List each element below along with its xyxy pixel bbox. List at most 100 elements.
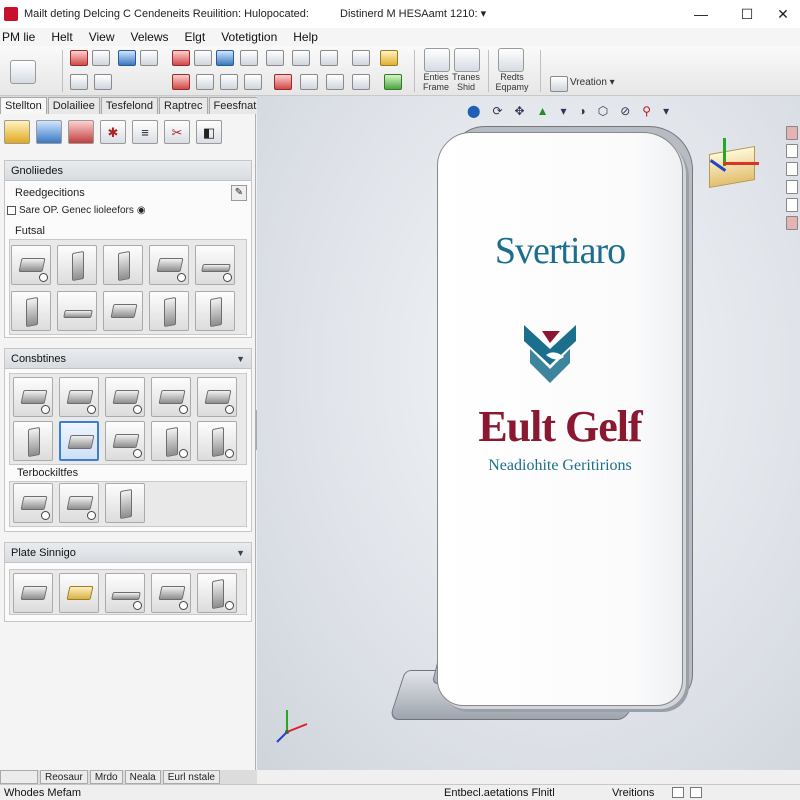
pattern-icon[interactable]	[292, 50, 310, 66]
plate-header[interactable]: Plate Sinnigo ▼	[5, 543, 251, 563]
menu-edit[interactable]: Helt	[51, 30, 72, 44]
folder-icon[interactable]	[4, 120, 30, 144]
section-view-icon[interactable]	[274, 74, 292, 90]
mirror-icon[interactable]	[320, 50, 338, 66]
thumbnail-bracket[interactable]	[149, 291, 189, 331]
explorer-icon[interactable]	[786, 162, 798, 176]
chevron-down-icon[interactable]: ▼	[236, 354, 245, 364]
close-button[interactable]: ✕	[760, 0, 800, 28]
chevron-down-icon[interactable]: ▼	[236, 548, 245, 558]
view-orientation-icon[interactable]	[300, 74, 318, 90]
entities-frame-icon[interactable]	[424, 48, 450, 72]
display-style-icon[interactable]	[326, 74, 344, 90]
view-settings-icon[interactable]	[550, 76, 568, 92]
transform-shield-icon[interactable]	[454, 48, 480, 72]
dimension-icon[interactable]	[194, 50, 212, 66]
edit-icon[interactable]: ✎	[231, 185, 247, 201]
thumbnail-housing-selected[interactable]	[59, 421, 99, 461]
thumbnail-plate-a[interactable]	[13, 573, 53, 613]
image-icon[interactable]	[68, 120, 94, 144]
cube-icon[interactable]: ◧	[196, 120, 222, 144]
thumbnail-box[interactable]	[59, 377, 99, 417]
thumbnail-motor[interactable]	[197, 377, 237, 417]
tab-model-1[interactable]: Reosaur	[40, 770, 88, 784]
open-icon[interactable]	[70, 50, 88, 66]
menu-file[interactable]: PM lie	[2, 30, 35, 44]
display-icon[interactable]: ⬡	[598, 104, 608, 118]
thumbnail-mount[interactable]	[59, 483, 99, 523]
thumbnail-plate-d[interactable]	[151, 573, 191, 613]
screen-icon[interactable]	[36, 120, 62, 144]
star-icon[interactable]: ✱	[100, 120, 126, 144]
tab-selection[interactable]: Stellton	[0, 97, 47, 114]
thumbnail-plate-e[interactable]	[197, 573, 237, 613]
minimize-button[interactable]: —	[678, 0, 724, 28]
thumbnail-canister[interactable]	[105, 483, 145, 523]
menu-validation[interactable]: Votetigtion	[221, 30, 277, 44]
zoom-area-icon[interactable]	[244, 74, 262, 90]
graphics-viewport[interactable]: ⬤ ⟳ ✥ ▲ ▾ ◑ ⬡ ⊘ ⚲ ▾ Svertiaro Eult Gelf …	[257, 96, 800, 770]
tab-raptrec[interactable]: Raptrec	[159, 97, 208, 114]
arrow-icon[interactable]: ▲	[537, 104, 549, 118]
menu-help[interactable]: Help	[293, 30, 318, 44]
thumbnail-gearbox[interactable]	[105, 421, 145, 461]
thumbnail-plate-c[interactable]	[105, 573, 145, 613]
rotate-icon[interactable]: ⟳	[492, 104, 502, 118]
thumbnail-frame[interactable]	[13, 421, 53, 461]
tab-testfield[interactable]: Tesfelond	[100, 97, 158, 114]
scene-icon[interactable]	[384, 74, 402, 90]
option-radio-icon[interactable]: ◉	[137, 205, 146, 216]
pan-icon[interactable]: ✥	[515, 104, 525, 118]
thumbnail-cart[interactable]	[13, 377, 53, 417]
sketch-icon[interactable]	[172, 50, 190, 66]
measure-icon[interactable]	[352, 50, 370, 66]
tab-model-0[interactable]	[0, 770, 38, 784]
zoom-fit-icon[interactable]	[220, 74, 238, 90]
library-icon[interactable]	[786, 144, 798, 158]
settings-icon[interactable]: ▾	[663, 104, 669, 118]
reports-label[interactable]: Redts Eqpamy	[490, 72, 534, 92]
option-checkbox[interactable]	[7, 206, 16, 215]
thumbnail-chair[interactable]	[57, 245, 97, 285]
view-cube-icon[interactable]: ▾	[560, 104, 566, 118]
appearances-icon[interactable]	[786, 198, 798, 212]
transform-shield-label[interactable]: Tranes Shid	[448, 72, 484, 92]
tool-icon[interactable]: ✂	[164, 120, 190, 144]
lights-icon[interactable]: ◑	[578, 104, 585, 118]
status-right-text[interactable]: Vreitions	[612, 787, 654, 799]
menu-view[interactable]: View	[89, 30, 115, 44]
thumbnail-column[interactable]	[151, 421, 191, 461]
thumbnail-crate[interactable]	[105, 377, 145, 417]
generation-option[interactable]: Sare OP. Genec lioleefors ◉	[7, 205, 146, 216]
list-icon[interactable]: ≡	[132, 120, 158, 144]
tab-model-3[interactable]: Neala	[124, 770, 161, 784]
select-icon[interactable]	[196, 74, 214, 90]
mate-icon[interactable]	[266, 50, 284, 66]
thumbnail-panel[interactable]	[11, 291, 51, 331]
units-icon[interactable]	[690, 787, 702, 798]
rebuild-icon[interactable]	[172, 74, 190, 90]
thumbnail-plate-b[interactable]	[59, 573, 99, 613]
thumbnail-sofa[interactable]	[11, 245, 51, 285]
search-icon[interactable]: ⚲	[642, 104, 651, 118]
rebuild-status-icon[interactable]	[672, 787, 684, 798]
redo-icon[interactable]	[94, 74, 112, 90]
save-icon[interactable]	[92, 50, 110, 66]
thumbnail-engine[interactable]	[151, 377, 191, 417]
menu-views[interactable]: Velews	[130, 30, 168, 44]
resources-icon[interactable]	[786, 126, 798, 140]
new-document-icon[interactable]	[10, 60, 36, 84]
grid-icon[interactable]	[140, 50, 158, 66]
appearance-icon[interactable]	[380, 50, 398, 66]
thumbnail-base[interactable]	[13, 483, 53, 523]
palette-icon[interactable]	[786, 180, 798, 194]
view-settings-dropdown[interactable]: Vreation ▾	[570, 78, 615, 88]
reports-icon[interactable]	[498, 48, 524, 72]
generation-header[interactable]: Gnoliiedes	[5, 161, 251, 181]
globe-icon[interactable]	[118, 50, 136, 66]
thumbnail-cylinder[interactable]	[103, 291, 143, 331]
undo-icon[interactable]	[70, 74, 88, 90]
constraints-header[interactable]: Consbtines ▼	[5, 349, 251, 369]
view-orientation-triad[interactable]	[697, 132, 773, 198]
thumbnail-stool[interactable]	[195, 291, 235, 331]
